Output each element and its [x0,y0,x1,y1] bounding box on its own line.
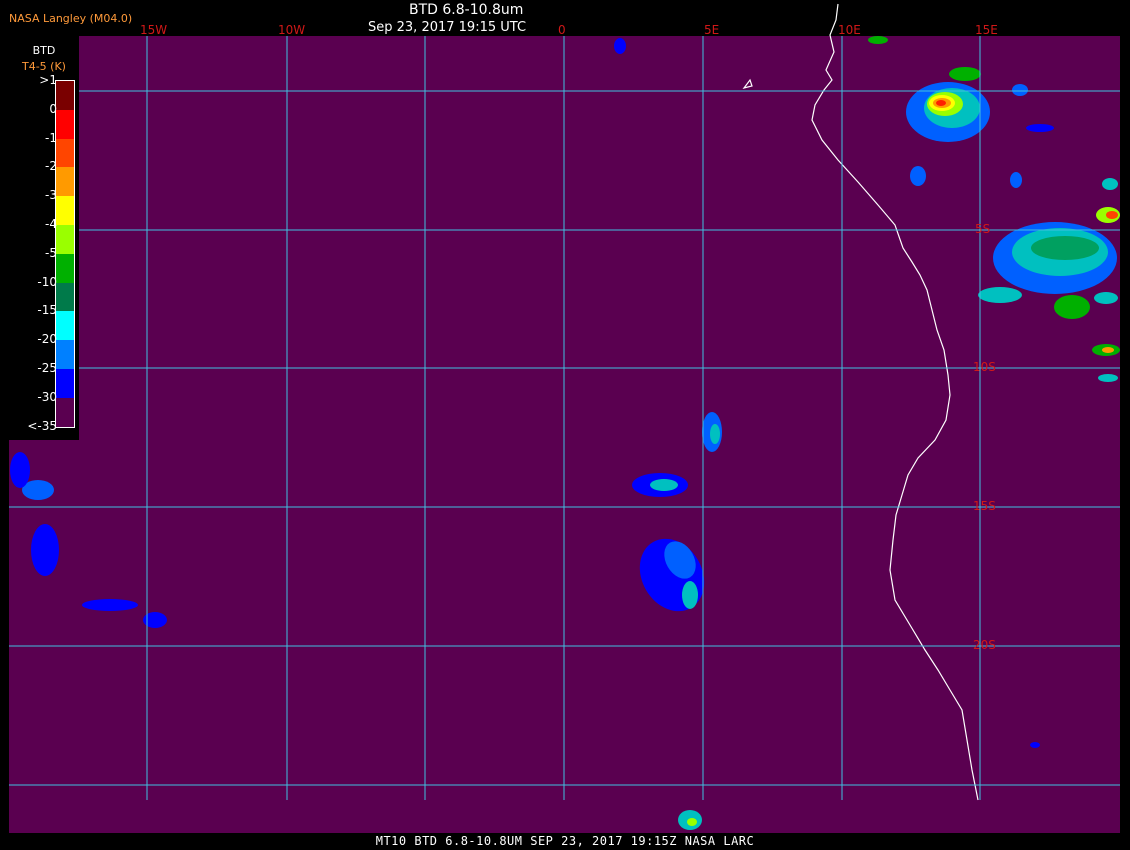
organization-label: NASA Langley (M04.0) [9,12,133,25]
lat-label-15s: 15S [973,499,996,513]
timestamp: Sep 23, 2017 19:15 UTC [368,20,527,35]
legend-tick-label: -10 [37,274,57,289]
legend-tick-label: -3 [45,188,57,203]
lon-label-10e: 10E [838,23,861,37]
legend-tick-label: 0 [49,101,57,116]
legend-bar-frame [55,80,75,428]
legend-tick-label: -1 [45,130,57,145]
legend-tick-label: >1 [39,73,57,87]
legend-tick-label: -20 [37,332,57,347]
satellite-map: 15W 10W 0 5E 10E 15E 5S 10S 15S 20S [0,0,1130,850]
legend-tick-label: -2 [45,159,57,174]
legend-tick-label: -25 [37,361,57,375]
lon-label-15w: 15W [140,23,167,37]
lon-label-0: 0 [558,23,566,37]
footer-caption: MT10 BTD 6.8-10.8UM SEP 23, 2017 19:15Z … [0,833,1130,850]
lat-label-10s: 10S [973,360,996,374]
legend-tick-label: -15 [37,303,57,318]
legend-tick-label: -4 [45,217,57,231]
lon-label-5e: 5E [704,23,719,37]
legend-tick-label: <-35 [27,418,57,433]
legend-tick-label: -5 [45,245,57,260]
lat-label-5s: 5S [975,222,990,236]
legend-tick-label: -30 [37,389,57,404]
product-title: BTD 6.8-10.8um [409,2,524,18]
lat-label-20s: 20S [973,638,996,652]
lon-label-10w: 10W [278,23,305,37]
legend-units: T4-5 (K) [22,60,66,73]
lon-label-15e: 15E [975,23,998,37]
color-legend: BTD T4-5 (K) >1 0 -1 -2 -3 -4 -5 -10 -15 -20 -25 -3… [9,36,79,440]
legend-title: BTD [32,44,56,57]
